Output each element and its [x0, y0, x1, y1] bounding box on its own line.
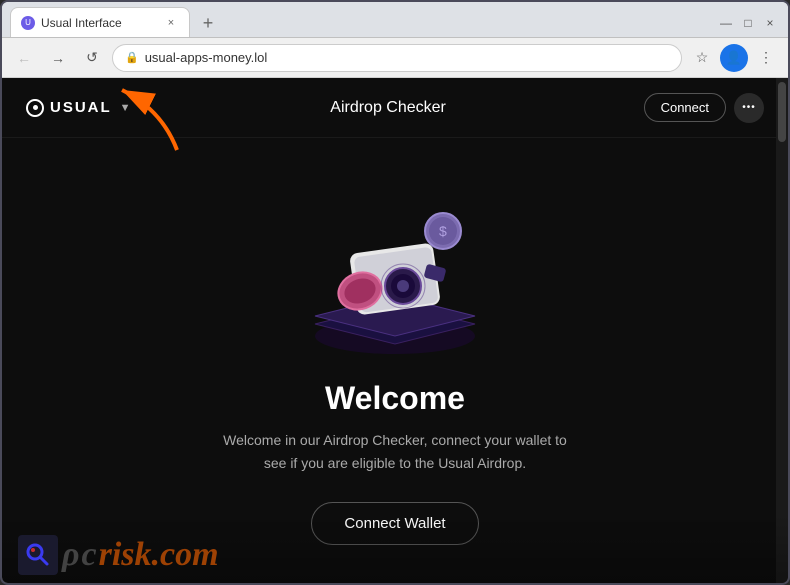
new-tab-button[interactable]: + [194, 9, 222, 37]
tab-favicon: U [21, 16, 35, 30]
pcrisk-text: ρcrisk.com [62, 536, 219, 574]
welcome-title: Welcome [325, 380, 465, 417]
tab-close-button[interactable]: × [163, 15, 179, 31]
website-content: USUAL ▼ Airdrop Checker Connect ••• [2, 78, 788, 583]
maximize-button[interactable]: □ [738, 13, 758, 33]
site-logo: USUAL ▼ [26, 99, 133, 117]
site-nav: USUAL ▼ Airdrop Checker Connect ••• [2, 78, 788, 138]
url-text: usual-apps-money.lol [145, 50, 268, 65]
bookmark-button[interactable]: ☆ [688, 44, 716, 72]
pcrisk-icon [18, 535, 58, 575]
nav-title: Airdrop Checker [133, 99, 644, 117]
reload-button[interactable]: ↺ [78, 44, 106, 72]
back-button[interactable]: ← [10, 44, 38, 72]
welcome-description: Welcome in our Airdrop Checker, connect … [215, 429, 575, 474]
nav-more-button[interactable]: ••• [734, 93, 764, 123]
tab-title: Usual Interface [41, 16, 157, 30]
browser-tab[interactable]: U Usual Interface × [10, 7, 190, 37]
url-bar[interactable]: 🔒 usual-apps-money.lol [112, 44, 682, 72]
tab-bar: U Usual Interface × + — □ × [2, 2, 788, 38]
logo-circle-icon [26, 99, 44, 117]
wallet-illustration: $ [285, 176, 505, 356]
logo-dot [33, 105, 38, 110]
pcrisk-logo: ρcrisk.com [18, 535, 219, 575]
minimize-button[interactable]: — [716, 13, 736, 33]
scrollbar[interactable] [776, 78, 788, 583]
nav-actions: Connect ••• [644, 93, 764, 123]
forward-button[interactable]: → [44, 44, 72, 72]
nav-connect-button[interactable]: Connect [644, 93, 726, 122]
close-button[interactable]: × [760, 13, 780, 33]
logo-dropdown-icon[interactable]: ▼ [120, 102, 133, 114]
logo-text: USUAL [50, 99, 112, 116]
browser-frame: U Usual Interface × + — □ × ← → ↺ 🔒 usua… [0, 0, 790, 585]
window-controls: — □ × [716, 13, 780, 37]
more-options-button[interactable]: ⋮ [752, 44, 780, 72]
address-right-icons: ☆ 👤 ⋮ [688, 44, 780, 72]
watermark: ρcrisk.com [2, 513, 788, 583]
scrollbar-thumb[interactable] [778, 82, 786, 142]
address-bar: ← → ↺ 🔒 usual-apps-money.lol ☆ 👤 ⋮ [2, 38, 788, 78]
lock-icon: 🔒 [125, 51, 139, 64]
svg-text:$: $ [439, 223, 447, 239]
profile-button[interactable]: 👤 [720, 44, 748, 72]
